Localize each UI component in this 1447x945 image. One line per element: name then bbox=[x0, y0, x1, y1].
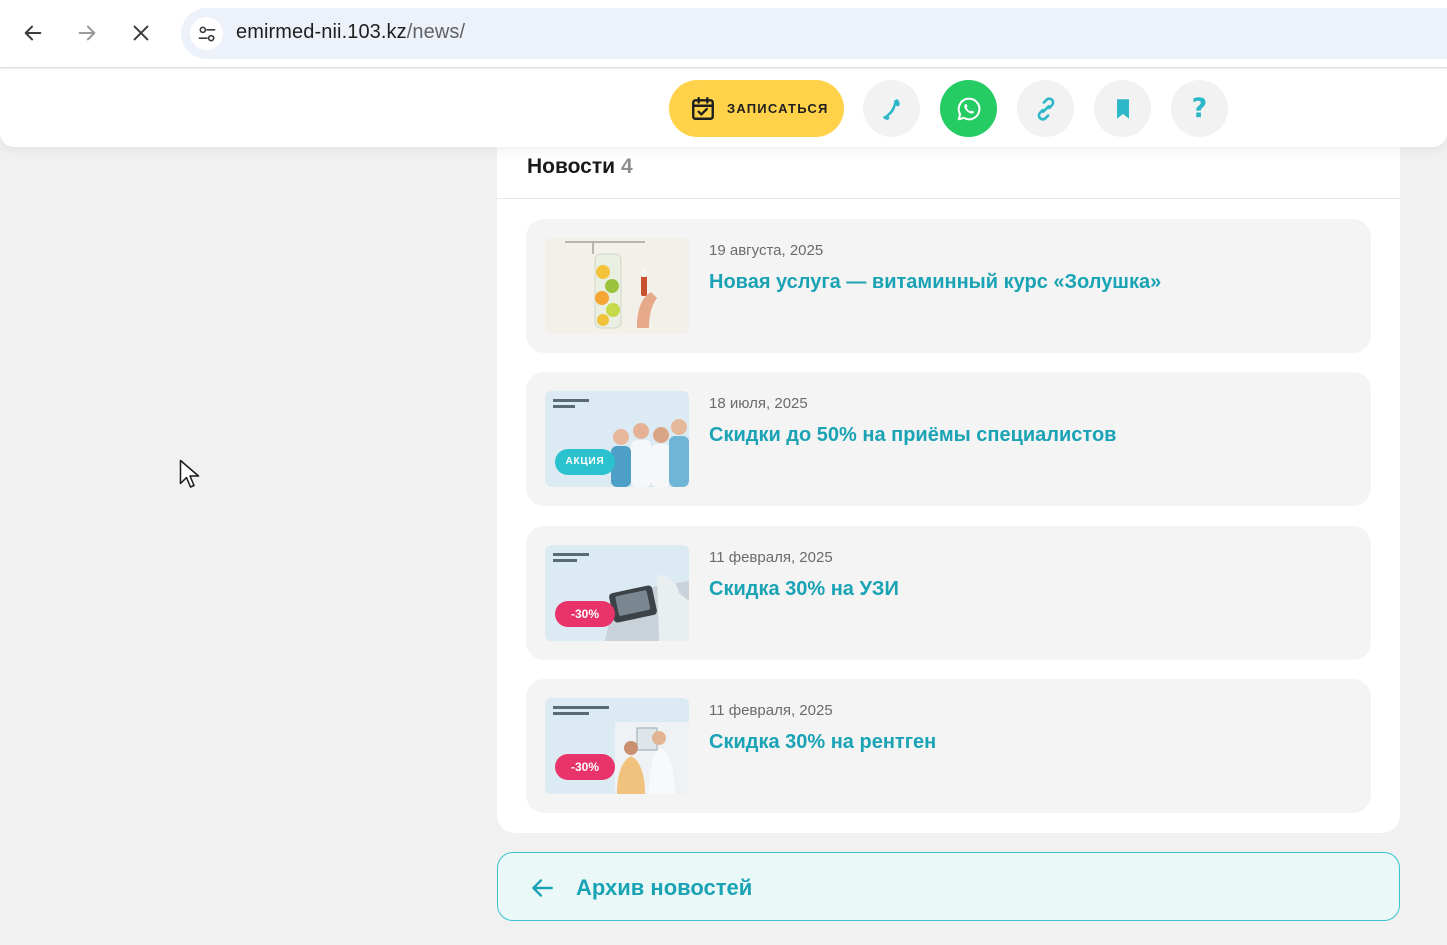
link-icon bbox=[1037, 96, 1054, 121]
news-badge: -30% bbox=[570, 760, 599, 774]
news-card[interactable]: -30% 11 февраля, 2025 Скидка 30% на рент… bbox=[526, 679, 1371, 813]
news-archive-label: Архив новостей bbox=[576, 875, 753, 900]
news-count: 4 bbox=[621, 155, 633, 178]
phone-button[interactable] bbox=[863, 80, 920, 137]
news-title-link[interactable]: Скидки до 50% на приёмы специалистов bbox=[709, 424, 1116, 447]
news-card[interactable]: 19 августа, 2025 Новая услуга — витаминн… bbox=[526, 219, 1371, 353]
news-date: 11 февраля, 2025 bbox=[709, 702, 833, 719]
url-text[interactable]: emirmed-nii.103.kz/news/ bbox=[236, 21, 465, 44]
address-bar[interactable]: emirmed-nii.103.kz/news/ bbox=[181, 8, 1447, 59]
bookmark-button[interactable] bbox=[1094, 80, 1151, 137]
help-glyph: ? bbox=[1191, 93, 1208, 124]
site-info-button[interactable] bbox=[190, 17, 223, 50]
news-thumbnail[interactable]: -30% bbox=[545, 545, 689, 641]
news-date: 11 февраля, 2025 bbox=[709, 549, 833, 566]
book-appointment-button[interactable]: ЗАПИСАТЬСЯ bbox=[669, 80, 844, 137]
phone-icon bbox=[882, 98, 900, 120]
news-section-title: Новости bbox=[527, 155, 616, 178]
mouse-cursor-icon bbox=[179, 459, 200, 488]
whatsapp-icon bbox=[957, 97, 980, 120]
news-title-link[interactable]: Новая услуга — витаминный курс «Золушка» bbox=[709, 271, 1161, 294]
news-thumbnail[interactable]: АКЦИЯ bbox=[545, 391, 689, 487]
news-title-link[interactable]: Скидка 30% на рентген bbox=[709, 731, 936, 754]
whatsapp-button[interactable] bbox=[940, 80, 997, 137]
news-badge: АКЦИЯ bbox=[565, 456, 605, 467]
news-title-link[interactable]: Скидка 30% на УЗИ bbox=[709, 578, 899, 601]
url-host: emirmed-nii.103.kz bbox=[236, 21, 407, 43]
news-archive-button[interactable]: Архив новостей bbox=[497, 852, 1400, 921]
bookmark-icon bbox=[1116, 98, 1129, 119]
help-button[interactable]: ? bbox=[1171, 80, 1228, 137]
news-card[interactable]: -30% 11 февраля, 2025 Скидка 30% на УЗИ bbox=[526, 526, 1371, 660]
stop-loading-button[interactable] bbox=[122, 14, 160, 52]
url-path: /news/ bbox=[406, 21, 466, 43]
book-appointment-label: ЗАПИСАТЬСЯ bbox=[727, 101, 829, 116]
news-date: 18 июля, 2025 bbox=[709, 395, 808, 412]
site-header: ЗАПИСАТЬСЯ ? bbox=[0, 69, 1447, 147]
news-thumbnail[interactable]: -30% bbox=[545, 698, 689, 794]
calendar-check-icon bbox=[692, 96, 714, 120]
news-card[interactable]: АКЦИЯ 18 июля, 2025 Скидки до 50% на при… bbox=[526, 372, 1371, 506]
forward-button[interactable] bbox=[68, 14, 106, 52]
close-icon bbox=[133, 25, 149, 41]
news-thumbnail[interactable] bbox=[545, 238, 689, 334]
news-panel: Новости 4 19 августа, 2025 Новая услуга … bbox=[497, 120, 1400, 833]
arrow-right-icon bbox=[78, 25, 96, 41]
back-button[interactable] bbox=[14, 14, 52, 52]
tune-icon bbox=[198, 26, 215, 42]
browser-toolbar: emirmed-nii.103.kz/news/ bbox=[0, 0, 1447, 68]
arrow-left-icon bbox=[532, 879, 553, 897]
news-badge: -30% bbox=[570, 607, 599, 621]
arrow-left-icon bbox=[24, 25, 42, 41]
vitamin-drip-image bbox=[545, 238, 689, 334]
copy-link-button[interactable] bbox=[1017, 80, 1074, 137]
news-date: 19 августа, 2025 bbox=[709, 242, 824, 259]
